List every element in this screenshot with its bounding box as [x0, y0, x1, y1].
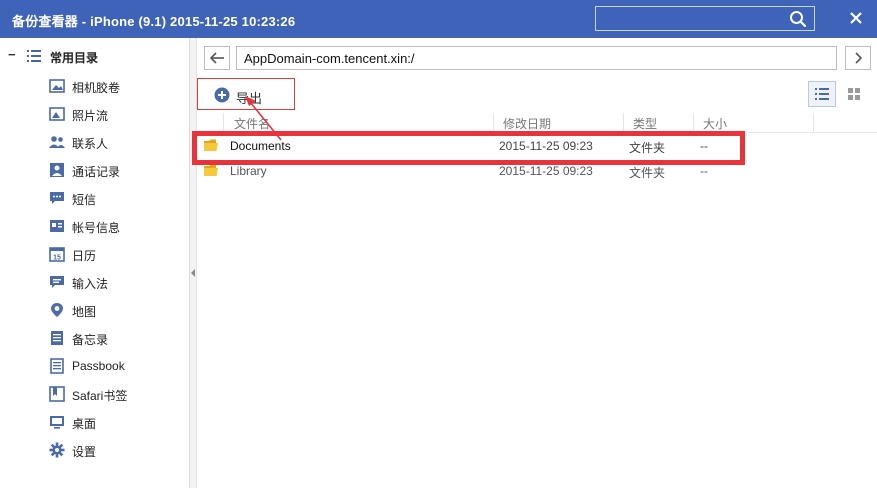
file-type: 文件夹 [629, 166, 666, 180]
path-bar[interactable]: AppDomain-com.tencent.xin:/ [236, 46, 837, 70]
window-title: 备份查看器 - iPhone (9.1) 2015-11-25 10:23:26 [12, 14, 296, 29]
sidebar: − 常用目录 相机胶卷 照片流 联系人 通话记录 短信 帐号信息 15 日历 输… [0, 38, 190, 488]
sidebar-item-contacts[interactable]: 联系人 [0, 130, 190, 154]
sidebar-item-passbook[interactable]: Passbook [0, 354, 190, 378]
table-header: 文件名 修改日期 类型 大小 [197, 113, 877, 133]
column-separator[interactable] [813, 113, 814, 133]
list-icon [27, 50, 41, 62]
sidebar-group-common[interactable]: − 常用目录 [0, 46, 190, 68]
annotation-box-documents [192, 131, 745, 165]
export-button[interactable]: 导出 [214, 86, 274, 106]
plus-circle-icon [214, 87, 230, 103]
file-date: 2015-11-25 09:23 [499, 164, 593, 178]
photo-icon [49, 79, 65, 93]
column-header-date[interactable]: 修改日期 [503, 115, 551, 132]
sidebar-item-account[interactable]: 帐号信息 [0, 214, 190, 238]
sidebar-item-label: 桌面 [72, 417, 97, 431]
list-view-icon [815, 88, 829, 100]
sidebar-group-label: 常用目录 [50, 51, 99, 65]
sidebar-item-label: 通话记录 [72, 165, 121, 179]
sidebar-item-map[interactable]: 地图 [0, 298, 190, 322]
list-view-button[interactable] [808, 81, 836, 107]
close-icon[interactable] [846, 8, 866, 28]
column-header-type[interactable]: 类型 [633, 115, 657, 132]
file-name: Library [230, 164, 267, 178]
grid-view-icon [848, 88, 860, 100]
path-text: AppDomain-com.tencent.xin:/ [244, 51, 415, 66]
arrow-left-icon [209, 52, 224, 64]
grid-view-button[interactable] [841, 81, 869, 107]
sms-icon [50, 192, 64, 204]
column-separator[interactable] [223, 113, 224, 133]
sidebar-item-photo-stream[interactable]: 照片流 [0, 102, 190, 126]
collapse-toggle[interactable]: − [8, 47, 16, 62]
column-separator[interactable] [493, 113, 494, 133]
passbook-icon [50, 358, 64, 374]
column-separator[interactable] [623, 113, 624, 133]
collapse-arrow-icon[interactable] [191, 269, 195, 277]
sidebar-item-label: 短信 [72, 193, 97, 207]
forward-button[interactable] [845, 46, 871, 70]
column-header-size[interactable]: 大小 [703, 115, 727, 132]
column-separator[interactable] [693, 113, 694, 133]
calendar-icon: 15 [49, 247, 65, 262]
title-bar: 备份查看器 - iPhone (9.1) 2015-11-25 10:23:26 [0, 0, 877, 38]
sidebar-item-camera-roll[interactable]: 相机胶卷 [0, 74, 190, 98]
sidebar-item-sms[interactable]: 短信 [0, 186, 190, 210]
chevron-right-icon [855, 52, 863, 64]
sidebar-item-label: 联系人 [72, 137, 109, 151]
desktop-icon [50, 416, 64, 429]
sidebar-item-settings[interactable]: 设置 [0, 438, 190, 462]
sidebar-item-label: 照片流 [72, 109, 109, 123]
bookmark-icon [49, 386, 65, 402]
gear-icon [49, 442, 65, 458]
search-box[interactable] [595, 6, 815, 31]
sidebar-splitter[interactable] [190, 38, 197, 488]
sidebar-item-label: 输入法 [72, 277, 109, 291]
sidebar-item-label: Safari书签 [72, 389, 128, 403]
map-pin-icon [51, 303, 63, 317]
call-log-icon [50, 163, 64, 177]
sidebar-item-call-log[interactable]: 通话记录 [0, 158, 190, 182]
search-input[interactable] [600, 10, 780, 27]
svg-text:15: 15 [53, 255, 61, 262]
sidebar-item-label: 帐号信息 [72, 221, 121, 235]
sidebar-item-notes[interactable]: 备忘录 [0, 326, 190, 350]
sidebar-item-calendar[interactable]: 15 日历 [0, 242, 190, 266]
sidebar-item-label: Passbook [72, 359, 125, 373]
notes-icon [51, 331, 63, 345]
sidebar-item-desktop[interactable]: 桌面 [0, 410, 190, 434]
sidebar-item-safari-bookmarks[interactable]: Safari书签 [0, 382, 190, 406]
sidebar-item-label: 备忘录 [72, 333, 109, 347]
contacts-icon [49, 136, 65, 148]
photo-stream-icon [49, 107, 65, 121]
back-button[interactable] [204, 46, 230, 70]
toolbar [197, 78, 877, 112]
sidebar-item-label: 地图 [72, 305, 97, 319]
keyboard-icon [50, 276, 64, 288]
sidebar-item-label: 日历 [72, 249, 97, 263]
account-icon [50, 220, 64, 232]
search-icon[interactable] [789, 10, 807, 28]
sidebar-item-label: 相机胶卷 [72, 81, 121, 95]
file-size: -- [700, 164, 708, 178]
sidebar-item-keyboard[interactable]: 输入法 [0, 270, 190, 294]
column-header-name[interactable]: 文件名 [234, 115, 270, 132]
sidebar-item-label: 设置 [72, 445, 97, 459]
export-label: 导出 [236, 91, 263, 106]
